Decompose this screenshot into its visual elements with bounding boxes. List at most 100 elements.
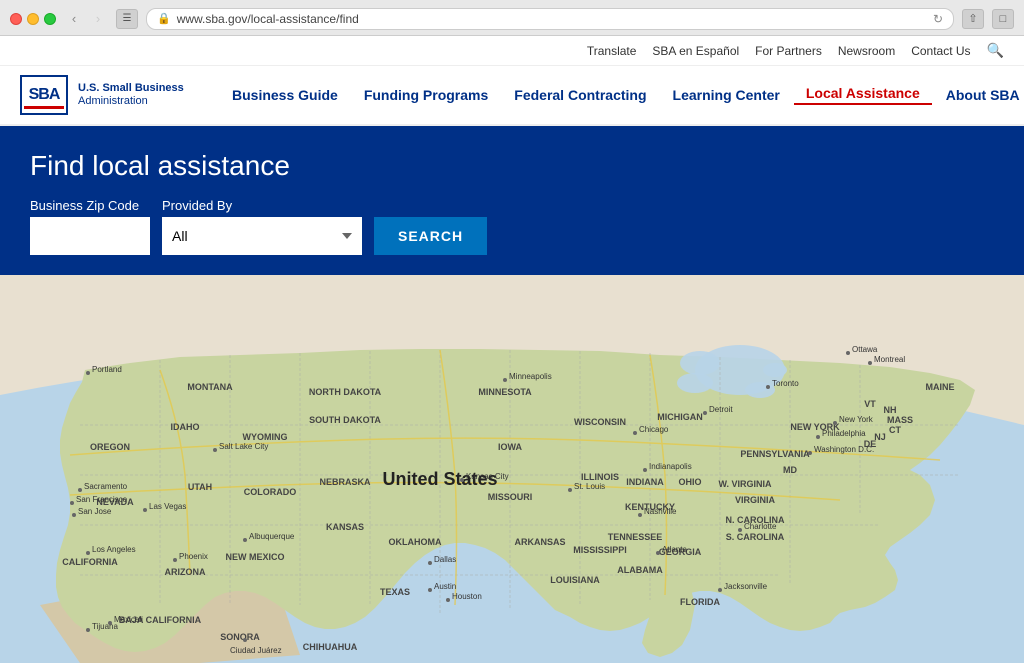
nav-federal-contracting[interactable]: Federal Contracting <box>502 87 658 103</box>
svg-text:MINNESOTA: MINNESOTA <box>478 387 532 397</box>
sba-logo-underline <box>24 106 64 109</box>
svg-text:Philadelphia: Philadelphia <box>822 429 866 438</box>
logo-link[interactable]: SBA <box>20 75 68 115</box>
nav-learning-center[interactable]: Learning Center <box>661 87 792 103</box>
svg-text:Minneapolis: Minneapolis <box>509 372 552 381</box>
svg-text:NEBRASKA: NEBRASKA <box>319 477 371 487</box>
provided-by-group: Provided By All SBA District Office SCOR… <box>162 198 362 255</box>
svg-text:PENNSYLVANIA: PENNSYLVANIA <box>740 449 810 459</box>
svg-text:FLORIDA: FLORIDA <box>680 597 720 607</box>
svg-text:MD: MD <box>783 465 797 475</box>
contact-us-link[interactable]: Contact Us <box>903 44 978 58</box>
minimize-button[interactable] <box>27 13 39 25</box>
svg-text:SOUTH DAKOTA: SOUTH DAKOTA <box>309 415 381 425</box>
svg-text:Nashville: Nashville <box>644 507 677 516</box>
logo-text-area: U.S. Small Business Administration <box>78 82 184 108</box>
traffic-lights <box>10 13 56 25</box>
logo-title: U.S. Small Business <box>78 82 184 95</box>
sidebar-toggle[interactable]: ☰ <box>116 9 138 29</box>
svg-text:Chicago: Chicago <box>639 425 669 434</box>
search-form: Business Zip Code Provided By All SBA Di… <box>30 198 994 255</box>
svg-text:Albuquerque: Albuquerque <box>249 532 295 541</box>
logo-area: SBA U.S. Small Business Administration <box>20 75 220 115</box>
svg-text:Austin: Austin <box>434 582 456 591</box>
browser-nav-arrows: ‹ › <box>64 9 108 29</box>
svg-text:Toronto: Toronto <box>772 379 799 388</box>
browser-chrome: ‹ › ☰ 🔒 www.sba.gov/local-assistance/fin… <box>0 0 1024 36</box>
svg-text:Ciudad Juárez: Ciudad Juárez <box>230 646 282 655</box>
close-button[interactable] <box>10 13 22 25</box>
svg-text:San Francisco: San Francisco <box>76 495 128 504</box>
svg-text:San Jose: San Jose <box>78 507 112 516</box>
main-navigation: Business Guide Funding Programs Federal … <box>220 85 1024 105</box>
svg-text:ILLINOIS: ILLINOIS <box>581 472 619 482</box>
svg-text:TEXAS: TEXAS <box>380 587 410 597</box>
svg-text:MONTANA: MONTANA <box>187 382 233 392</box>
forward-button[interactable]: › <box>88 9 108 29</box>
svg-text:WISCONSIN: WISCONSIN <box>574 417 626 427</box>
address-bar[interactable]: 🔒 www.sba.gov/local-assistance/find ↻ <box>146 8 954 30</box>
zip-code-label: Business Zip Code <box>30 198 150 213</box>
lock-icon: 🔒 <box>157 12 171 25</box>
utility-search-button[interactable]: 🔍 <box>979 42 1004 59</box>
svg-text:Indianapolis: Indianapolis <box>649 462 692 471</box>
svg-text:Detroit: Detroit <box>709 405 733 414</box>
svg-text:Montreal: Montreal <box>874 355 905 364</box>
back-button[interactable]: ‹ <box>64 9 84 29</box>
search-button[interactable]: SEARCH <box>374 217 487 255</box>
main-header: SBA U.S. Small Business Administration B… <box>0 66 1024 126</box>
svg-text:Atlanta: Atlanta <box>662 545 687 554</box>
svg-text:SONORA: SONORA <box>220 632 260 642</box>
svg-text:CT: CT <box>889 425 901 435</box>
svg-text:MISSOURI: MISSOURI <box>488 492 533 502</box>
svg-text:Salt Lake City: Salt Lake City <box>219 442 268 451</box>
svg-text:COLORADO: COLORADO <box>244 487 297 497</box>
svg-text:VT: VT <box>864 399 876 409</box>
svg-text:Kansas City: Kansas City <box>466 472 509 481</box>
map-container: OREGON IDAHO WYOMING NEVADA UTAH COLORAD… <box>0 275 1024 663</box>
hero-title: Find local assistance <box>30 150 994 182</box>
hero-section: Find local assistance Business Zip Code … <box>0 126 1024 275</box>
svg-text:Jacksonville: Jacksonville <box>724 582 768 591</box>
svg-text:NORTH DAKOTA: NORTH DAKOTA <box>309 387 382 397</box>
nav-business-guide[interactable]: Business Guide <box>220 87 350 103</box>
provided-by-label: Provided By <box>162 198 362 213</box>
zip-code-input[interactable] <box>30 217 150 255</box>
provided-by-select[interactable]: All SBA District Office SCORE Women's Bu… <box>162 217 362 255</box>
sba-logo-text: SBA <box>29 87 60 103</box>
svg-text:KANSAS: KANSAS <box>326 522 364 532</box>
for-partners-link[interactable]: For Partners <box>747 44 830 58</box>
url-text: www.sba.gov/local-assistance/find <box>177 12 359 26</box>
svg-text:NH: NH <box>884 405 897 415</box>
svg-text:Mexicali: Mexicali <box>114 615 143 624</box>
sba-espanol-link[interactable]: SBA en Español <box>644 44 747 58</box>
svg-text:CALIFORNIA: CALIFORNIA <box>62 557 118 567</box>
new-tab-button[interactable]: □ <box>992 9 1014 29</box>
newsroom-link[interactable]: Newsroom <box>830 44 903 58</box>
svg-text:W. VIRGINIA: W. VIRGINIA <box>718 479 772 489</box>
svg-text:WYOMING: WYOMING <box>243 432 288 442</box>
svg-text:S. CAROLINA: S. CAROLINA <box>726 532 785 542</box>
nav-funding-programs[interactable]: Funding Programs <box>352 87 500 103</box>
svg-text:VIRGINIA: VIRGINIA <box>735 495 776 505</box>
svg-text:MASS: MASS <box>887 415 913 425</box>
svg-text:CHIHUAHUA: CHIHUAHUA <box>303 642 358 652</box>
svg-text:ARIZONA: ARIZONA <box>165 567 206 577</box>
svg-text:MAINE: MAINE <box>926 382 955 392</box>
svg-text:NEW MEXICO: NEW MEXICO <box>225 552 284 562</box>
translate-link[interactable]: Translate <box>579 44 645 58</box>
utility-bar: Translate SBA en Español For Partners Ne… <box>0 36 1024 66</box>
maximize-button[interactable] <box>44 13 56 25</box>
svg-text:Phoenix: Phoenix <box>179 552 208 561</box>
us-map-svg: OREGON IDAHO WYOMING NEVADA UTAH COLORAD… <box>0 275 1024 663</box>
svg-text:Washington D.C.: Washington D.C. <box>814 445 874 454</box>
refresh-icon[interactable]: ↻ <box>933 12 943 26</box>
svg-text:ARKANSAS: ARKANSAS <box>514 537 565 547</box>
svg-text:INDIANA: INDIANA <box>626 477 664 487</box>
svg-text:Ottawa: Ottawa <box>852 345 878 354</box>
sba-logo: SBA <box>20 75 68 115</box>
nav-local-assistance[interactable]: Local Assistance <box>794 85 932 105</box>
nav-about-sba[interactable]: About SBA <box>934 87 1024 103</box>
svg-text:OHIO: OHIO <box>678 477 701 487</box>
share-button[interactable]: ⇧ <box>962 9 984 29</box>
